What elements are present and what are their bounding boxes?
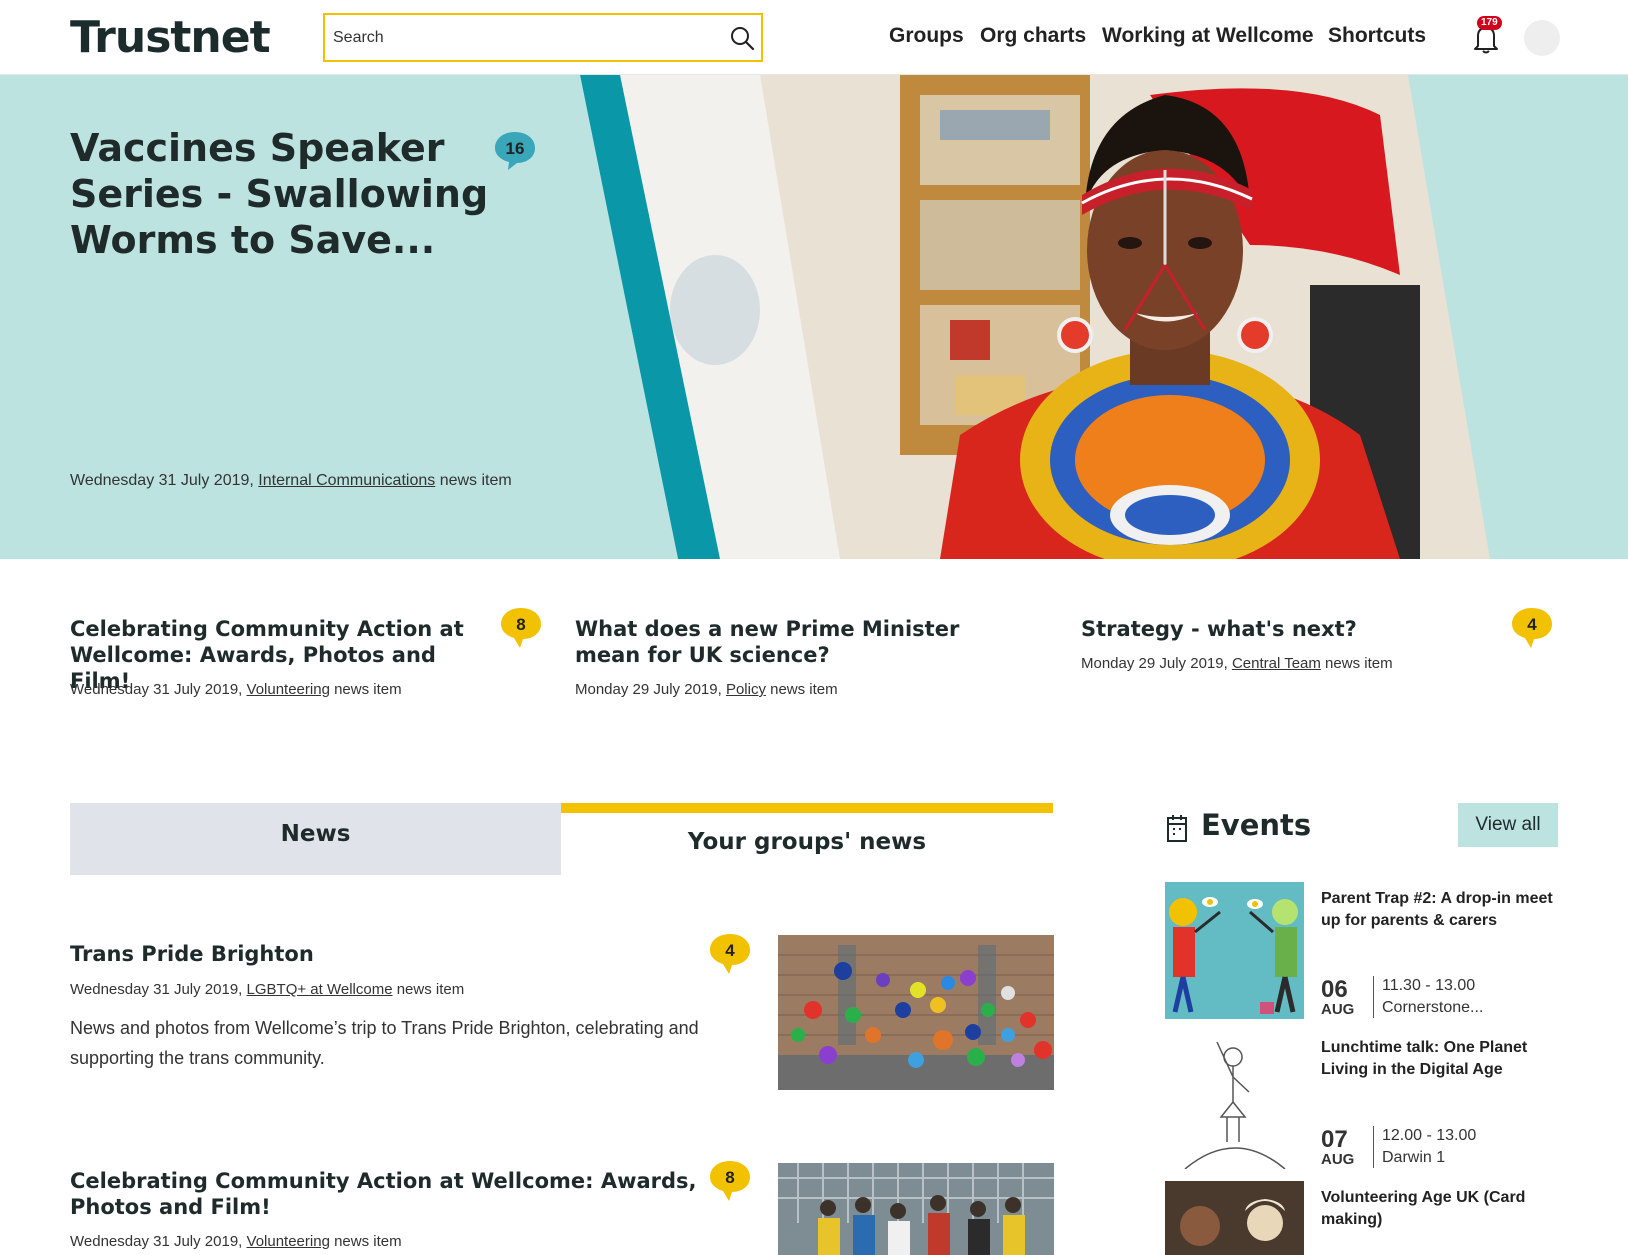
event-title-1[interactable]: Parent Trap #2: A drop-in meet up for pa… bbox=[1321, 888, 1561, 932]
event-title-3[interactable]: Volunteering Age UK (Card making) bbox=[1321, 1187, 1561, 1231]
site-header: Trustnet Groups Org charts Working at We… bbox=[0, 0, 1628, 75]
nav-groups[interactable]: Groups bbox=[889, 24, 964, 48]
article-meta-2: Wednesday 31 July 2019, Volunteering new… bbox=[70, 1233, 402, 1250]
featured-title-2[interactable]: What does a new Prime Minister mean for … bbox=[575, 616, 995, 668]
event-month-1: AUG bbox=[1321, 1001, 1355, 1018]
featured-group-link-1[interactable]: Volunteering bbox=[247, 681, 330, 698]
hero-banner[interactable]: Vaccines Speaker Series - Swallowing Wor… bbox=[0, 75, 1628, 559]
view-all-events-button[interactable]: View all bbox=[1458, 803, 1558, 847]
article-summary-1: News and photos from Wellcome’s trip to … bbox=[70, 1018, 699, 1068]
tab-news[interactable]: News bbox=[70, 803, 561, 875]
featured-meta-3: Monday 29 July 2019, Central Team news i… bbox=[1081, 655, 1393, 672]
article-thumbnail-1[interactable] bbox=[778, 935, 1054, 1090]
featured-comment-count-1[interactable]: 8 bbox=[499, 606, 543, 650]
article-title-2[interactable]: Celebrating Community Action at Wellcome… bbox=[70, 1168, 710, 1220]
event-day-1: 06 bbox=[1321, 976, 1348, 1003]
featured-meta-2: Monday 29 July 2019, Policy news item bbox=[575, 681, 838, 698]
event-day-2: 07 bbox=[1321, 1126, 1348, 1153]
avatar[interactable] bbox=[1524, 20, 1560, 56]
featured-meta-1: Wednesday 31 July 2019, Volunteering new… bbox=[70, 681, 402, 698]
logo[interactable]: Trustnet bbox=[70, 12, 271, 63]
event-divider bbox=[1373, 976, 1374, 1018]
article-comment-count-2[interactable]: 8 bbox=[708, 1159, 752, 1203]
featured-group-link-2[interactable]: Policy bbox=[726, 681, 766, 698]
event-location-2: Darwin 1 bbox=[1382, 1149, 1446, 1166]
event-month-2: AUG bbox=[1321, 1151, 1355, 1168]
notification-badge: 179 bbox=[1477, 16, 1502, 30]
event-image-1[interactable] bbox=[1165, 882, 1304, 1019]
article-group-link-1[interactable]: LGBTQ+ at Wellcome bbox=[247, 981, 393, 998]
featured-title-3[interactable]: Strategy - what's next? bbox=[1081, 616, 1481, 642]
hero-meta: Wednesday 31 July 2019, Internal Communi… bbox=[70, 472, 512, 489]
event-divider bbox=[1373, 1126, 1374, 1168]
article-title-1[interactable]: Trans Pride Brighton bbox=[70, 941, 690, 967]
hero-group-link[interactable]: Internal Communications bbox=[258, 472, 435, 489]
event-title-2[interactable]: Lunchtime talk: One Planet Living in the… bbox=[1321, 1037, 1561, 1081]
article-thumbnail-2[interactable] bbox=[778, 1163, 1054, 1255]
hero-comment-count[interactable]: 16 bbox=[493, 130, 537, 174]
featured-group-link-3[interactable]: Central Team bbox=[1232, 655, 1321, 672]
tab-your-groups-news[interactable]: Your groups' news bbox=[561, 803, 1053, 875]
events-heading: Events bbox=[1201, 808, 1312, 842]
event-image-2[interactable] bbox=[1165, 1032, 1304, 1169]
event-image-3[interactable] bbox=[1165, 1181, 1304, 1255]
calendar-icon bbox=[1167, 815, 1187, 842]
event-location-1: Cornerstone... bbox=[1382, 999, 1484, 1016]
search-box bbox=[323, 13, 763, 62]
event-time-1: 11.30 - 13.00 bbox=[1382, 977, 1476, 994]
search-icon[interactable] bbox=[729, 25, 755, 51]
article-comment-count-1[interactable]: 4 bbox=[708, 932, 752, 976]
event-time-2: 12.00 - 13.00 bbox=[1382, 1127, 1477, 1144]
nav-working-at-wellcome[interactable]: Working at Wellcome bbox=[1102, 24, 1314, 48]
hero-title[interactable]: Vaccines Speaker Series - Swallowing Wor… bbox=[70, 125, 490, 263]
article-meta-1: Wednesday 31 July 2019, LGBTQ+ at Wellco… bbox=[70, 981, 465, 998]
nav-org-charts[interactable]: Org charts bbox=[980, 24, 1086, 48]
article-group-link-2[interactable]: Volunteering bbox=[247, 1233, 330, 1250]
search-input[interactable] bbox=[333, 24, 713, 52]
featured-comment-count-3[interactable]: 4 bbox=[1510, 606, 1554, 650]
nav-shortcuts[interactable]: Shortcuts bbox=[1328, 24, 1426, 48]
